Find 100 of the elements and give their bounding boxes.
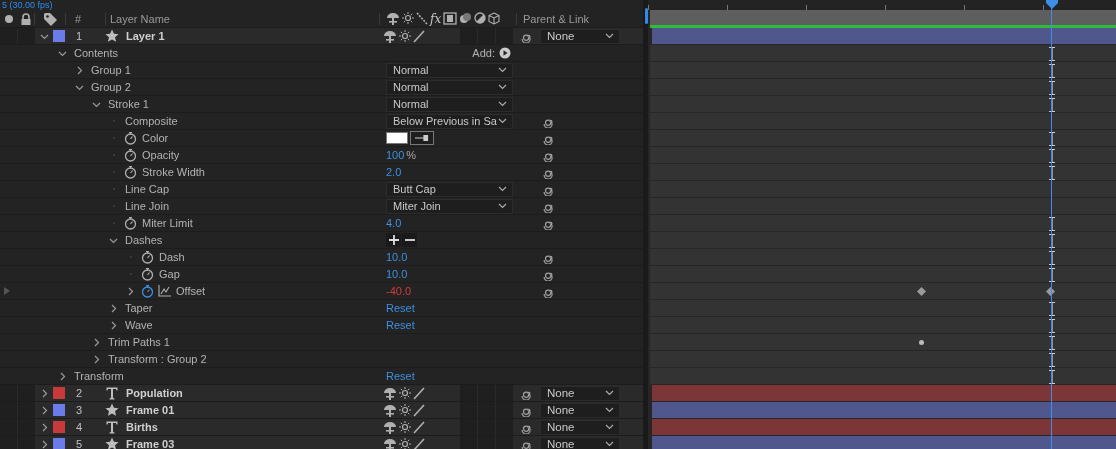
- chevron-icon[interactable]: [126, 286, 135, 296]
- star-icon: [105, 29, 119, 43]
- current-value-marker-icon: [1048, 64, 1056, 78]
- stopwatch-icon[interactable]: [141, 250, 154, 264]
- stopwatch-icon[interactable]: [124, 131, 137, 145]
- remove-dash-button[interactable]: [402, 233, 417, 247]
- sun-icon[interactable]: [399, 403, 411, 416]
- property-name: Line Join: [124, 200, 171, 212]
- keyframe-dot-icon[interactable]: [919, 340, 924, 345]
- layer-name[interactable]: Births: [120, 421, 383, 433]
- caret-icon: [605, 33, 614, 39]
- label-swatch[interactable]: [53, 421, 65, 433]
- property-value[interactable]: 10.0: [386, 251, 408, 263]
- current-value-marker-icon: [1048, 370, 1056, 384]
- graph-icon[interactable]: [158, 285, 171, 297]
- parent-dropdown[interactable]: None: [540, 402, 620, 418]
- puppet-pin-icon[interactable]: [383, 437, 397, 449]
- slash-icon[interactable]: [413, 420, 425, 434]
- layer-number: 5: [75, 438, 84, 449]
- caret-icon: [498, 67, 507, 73]
- label-swatch[interactable]: [53, 387, 65, 399]
- chevron-icon[interactable]: [75, 65, 84, 75]
- property-name: Opacity: [141, 149, 181, 161]
- property-name: Group 1: [90, 64, 132, 76]
- blend-mode-dropdown[interactable]: Below Previous in Sa: [386, 113, 513, 129]
- layer-name[interactable]: Layer 1: [120, 30, 383, 42]
- blend-mode-dropdown[interactable]: Normal: [386, 62, 513, 78]
- parent-dropdown[interactable]: None: [540, 28, 620, 44]
- layer-name[interactable]: Frame 03: [120, 438, 383, 449]
- sun-icon[interactable]: [399, 29, 411, 42]
- film-icon: [443, 12, 458, 25]
- current-value-marker-icon: [1048, 302, 1056, 316]
- slash-icon[interactable]: [413, 386, 425, 400]
- caret-icon: [498, 84, 507, 90]
- parent-dropdown[interactable]: None: [540, 436, 620, 449]
- sun-icon[interactable]: [399, 437, 411, 449]
- property-name: Contents: [73, 47, 120, 59]
- property-value[interactable]: 4.0: [386, 217, 402, 229]
- property-name: Stroke 1: [107, 98, 150, 110]
- puppet-pin-icon: [386, 12, 400, 25]
- sun-icon[interactable]: [399, 386, 411, 399]
- puppet-pin-icon[interactable]: [383, 420, 397, 434]
- slash-icon[interactable]: [413, 29, 425, 43]
- chevron-icon[interactable]: [58, 371, 67, 381]
- blend-mode-dropdown[interactable]: Butt Cap: [386, 181, 513, 197]
- stopwatch-icon[interactable]: [124, 148, 137, 162]
- puppet-pin-icon[interactable]: [383, 386, 397, 400]
- stopwatch-icon[interactable]: [141, 267, 154, 281]
- slash-icon[interactable]: [413, 437, 425, 449]
- label-swatch[interactable]: [53, 438, 65, 449]
- current-value-marker-icon: [1048, 47, 1056, 61]
- lock-icon: [19, 12, 32, 26]
- color-swatch[interactable]: [386, 132, 408, 144]
- scrollbar-thumb[interactable]: [645, 8, 648, 24]
- sun-icon: [402, 12, 414, 24]
- stopwatch-icon[interactable]: [141, 284, 154, 298]
- blend-mode-dropdown[interactable]: Miter Join: [386, 198, 513, 214]
- reset-link[interactable]: Reset: [386, 319, 415, 331]
- chevron-icon[interactable]: [92, 337, 101, 347]
- star-icon: [105, 403, 119, 417]
- property-value[interactable]: 100: [386, 149, 405, 161]
- property-name: Line Cap: [124, 183, 171, 195]
- label-swatch[interactable]: [53, 30, 65, 42]
- plus-icon: [388, 235, 399, 245]
- stopwatch-icon[interactable]: [124, 165, 137, 179]
- column-header: #: [74, 13, 83, 25]
- puppet-pin-icon[interactable]: [383, 29, 397, 43]
- reset-link[interactable]: Reset: [386, 370, 415, 382]
- keyframe-icon[interactable]: [917, 287, 926, 296]
- layer-name[interactable]: Frame 01: [120, 404, 383, 416]
- reset-link[interactable]: Reset: [386, 302, 415, 314]
- chevron-icon[interactable]: [109, 303, 118, 313]
- puppet-pin-icon[interactable]: [383, 403, 397, 417]
- text-layer-icon: [106, 420, 118, 434]
- property-value[interactable]: 2.0: [386, 166, 402, 178]
- layer-number: 3: [75, 404, 84, 416]
- add-dash-button[interactable]: [386, 233, 401, 247]
- slash-icon[interactable]: [413, 403, 425, 417]
- current-value-marker-icon: [1048, 81, 1056, 95]
- eyedropper-button[interactable]: [410, 131, 434, 145]
- property-name: Trim Paths 1: [107, 336, 171, 348]
- layer-number: 4: [75, 421, 84, 433]
- stopwatch-icon[interactable]: [124, 216, 137, 230]
- blend-mode-dropdown[interactable]: Normal: [386, 96, 513, 112]
- layer-name[interactable]: Population: [120, 387, 383, 399]
- property-value[interactable]: 10.0: [386, 268, 408, 280]
- blend-mode-dropdown[interactable]: Normal: [386, 79, 513, 95]
- current-value-marker-icon: [1048, 251, 1056, 265]
- chevron-icon[interactable]: [92, 354, 101, 364]
- sun-icon[interactable]: [399, 420, 411, 433]
- chevron-icon[interactable]: [109, 320, 118, 330]
- label-swatch[interactable]: [53, 404, 65, 416]
- property-name: Offset: [175, 285, 207, 297]
- parent-dropdown[interactable]: None: [540, 419, 620, 435]
- play-circle-icon[interactable]: [499, 47, 511, 59]
- dotted-line-icon: [416, 12, 428, 25]
- parent-dropdown[interactable]: None: [540, 385, 620, 401]
- caret-icon: [605, 424, 614, 430]
- current-value-marker-icon: [1048, 234, 1056, 248]
- property-name: Stroke Width: [141, 166, 206, 178]
